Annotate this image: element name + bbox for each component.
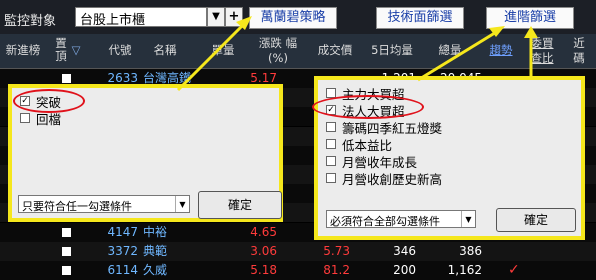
arrow-to-advanced-diag — [417, 29, 499, 82]
annotation-arrows — [176, 16, 538, 92]
arrowhead-icon — [524, 26, 538, 38]
arrow-to-strategy — [176, 20, 248, 92]
